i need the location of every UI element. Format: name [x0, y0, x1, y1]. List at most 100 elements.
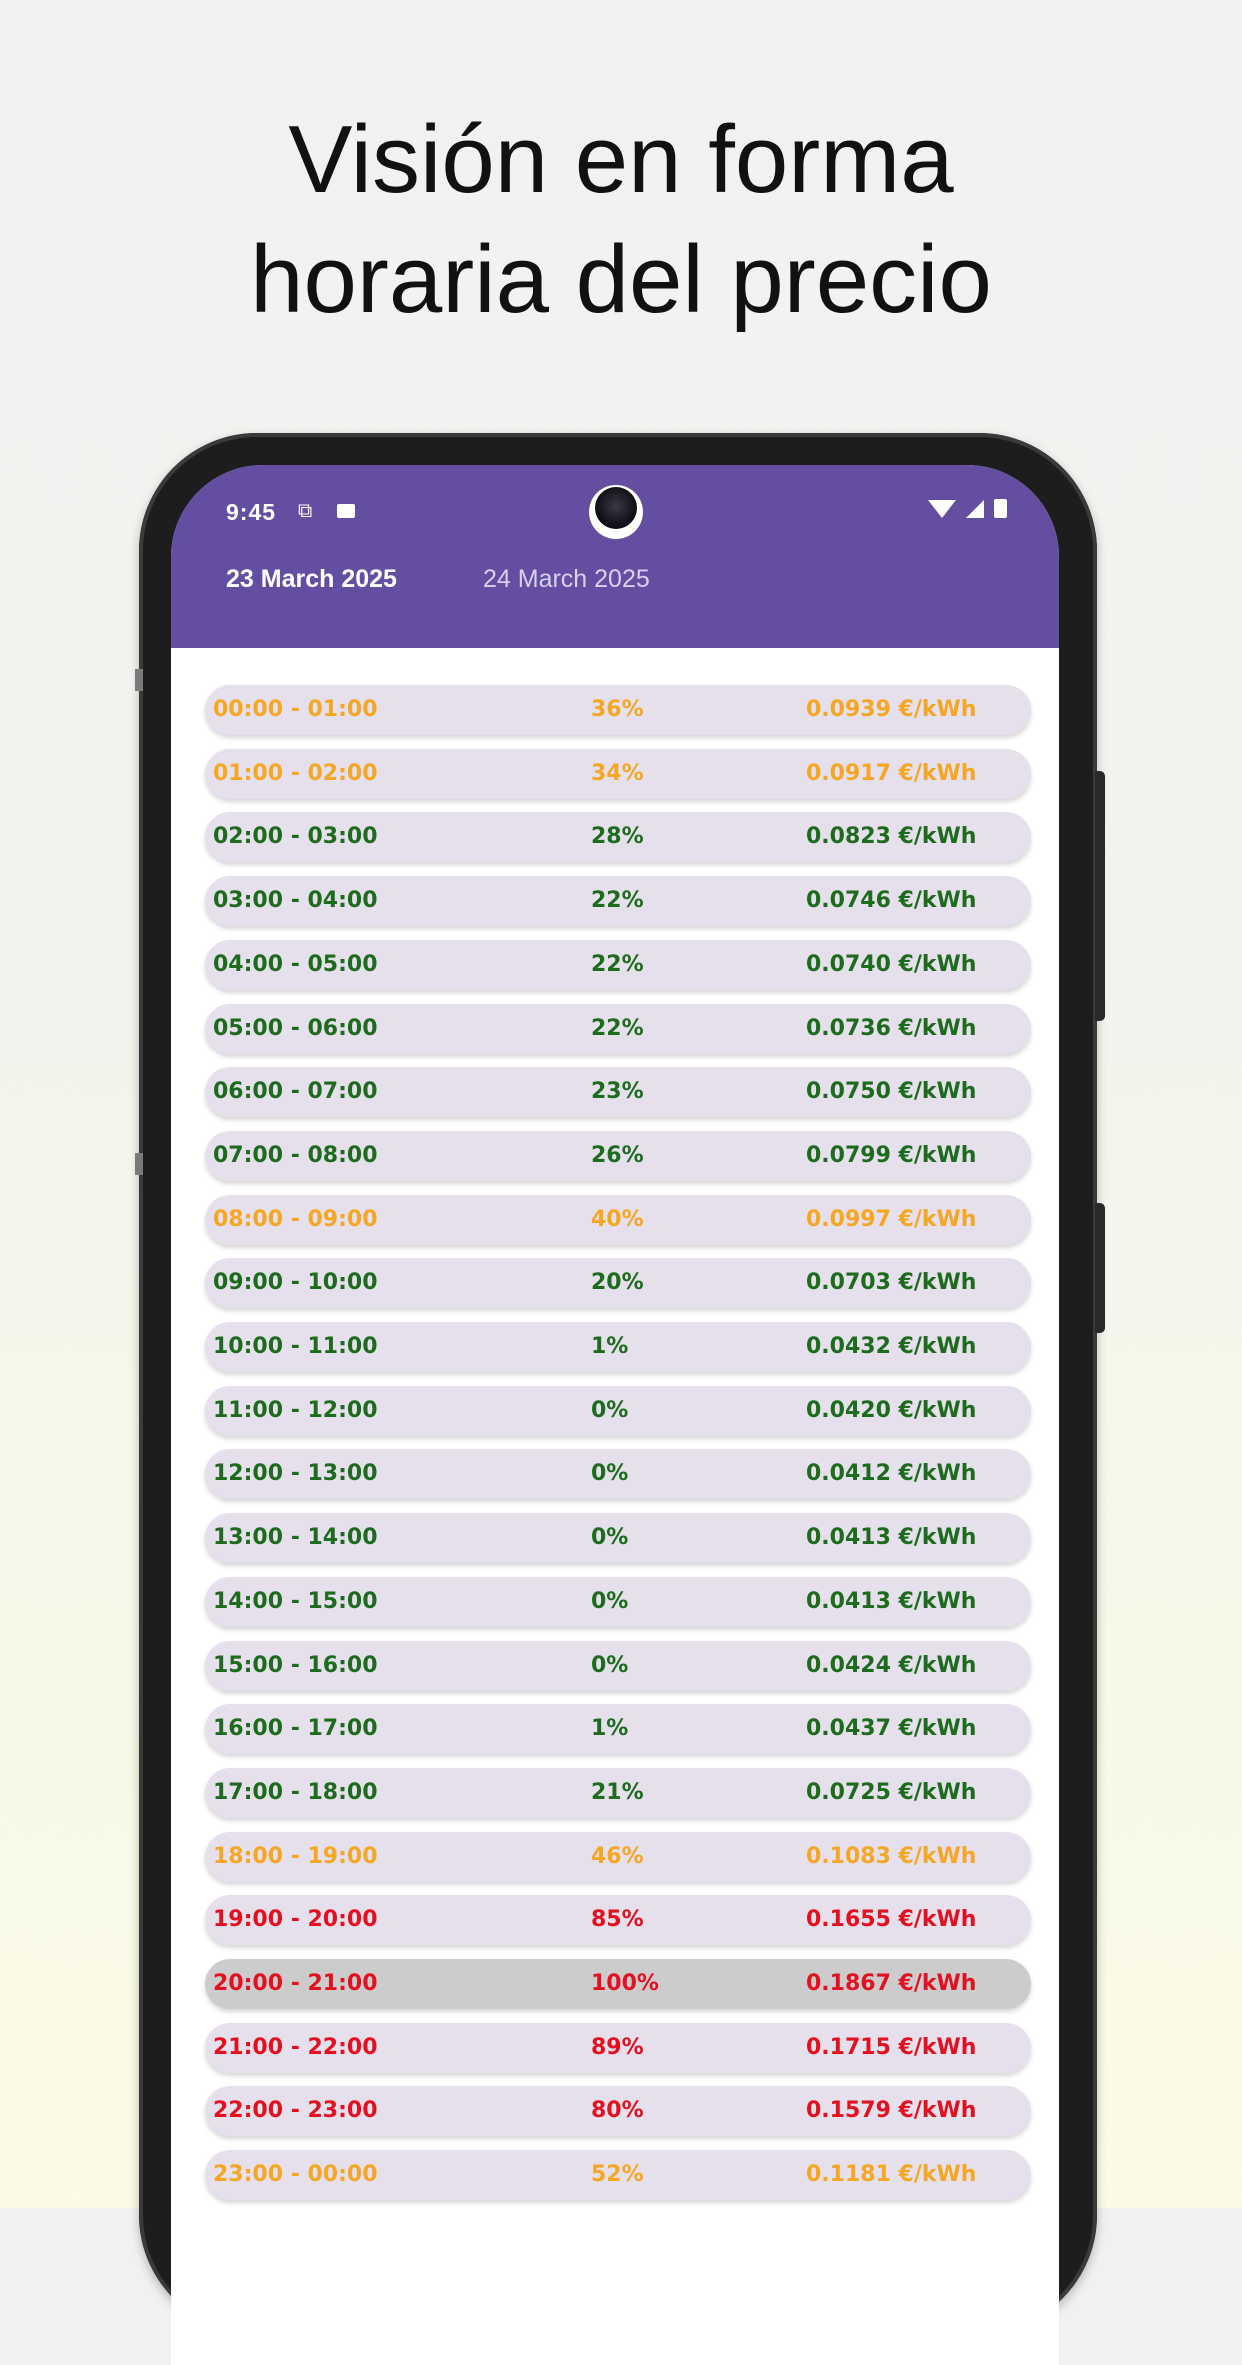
- relative-percent: 85%: [591, 1907, 644, 1932]
- price-row[interactable]: 22:00 - 23:00 80% 0.1579 €/kWh: [205, 2086, 1031, 2136]
- relative-percent: 1%: [591, 1716, 629, 1741]
- price-row[interactable]: 23:00 - 00:00 52% 0.1181 €/kWh: [205, 2150, 1031, 2200]
- hour-range: 17:00 - 18:00: [213, 1780, 378, 1805]
- price-value: 0.0750 €/kWh: [806, 1079, 977, 1104]
- price-value: 0.1579 €/kWh: [806, 2098, 977, 2123]
- relative-percent: 0%: [591, 1398, 629, 1423]
- price-value: 0.0437 €/kWh: [806, 1716, 977, 1741]
- price-value: 0.0413 €/kWh: [806, 1589, 977, 1614]
- price-value: 0.1655 €/kWh: [806, 1907, 977, 1932]
- hour-range: 07:00 - 08:00: [213, 1143, 378, 1168]
- front-camera-icon: [589, 485, 643, 539]
- relative-percent: 40%: [591, 1207, 644, 1232]
- headline-line-1: Visión en forma: [288, 106, 954, 213]
- price-row[interactable]: 16:00 - 17:00 1% 0.0437 €/kWh: [205, 1704, 1031, 1754]
- relative-percent: 0%: [591, 1461, 629, 1486]
- relative-percent: 46%: [591, 1844, 644, 1869]
- hour-range: 10:00 - 11:00: [213, 1334, 378, 1359]
- app-bar: 9:45 ⧉ 23 March 2025 24 March 2025: [171, 465, 1059, 648]
- price-row[interactable]: 09:00 - 10:00 20% 0.0703 €/kWh: [205, 1258, 1031, 1308]
- relative-percent: 28%: [591, 824, 644, 849]
- hour-range: 01:00 - 02:00: [213, 761, 378, 786]
- hour-range: 02:00 - 03:00: [213, 824, 378, 849]
- relative-percent: 22%: [591, 952, 644, 977]
- system-status-icons: [928, 499, 1007, 518]
- price-value: 0.0424 €/kWh: [806, 1653, 977, 1678]
- relative-percent: 89%: [591, 2035, 644, 2060]
- price-value: 0.0412 €/kWh: [806, 1461, 977, 1486]
- price-row[interactable]: 12:00 - 13:00 0% 0.0412 €/kWh: [205, 1449, 1031, 1499]
- hour-range: 14:00 - 15:00: [213, 1589, 378, 1614]
- copy-icon: ⧉: [298, 500, 313, 522]
- relative-percent: 22%: [591, 888, 644, 913]
- price-row[interactable]: 21:00 - 22:00 89% 0.1715 €/kWh: [205, 2023, 1031, 2073]
- price-row[interactable]: 20:00 - 21:00 100% 0.1867 €/kWh: [205, 1959, 1031, 2009]
- price-value: 0.1181 €/kWh: [806, 2162, 977, 2187]
- price-row[interactable]: 03:00 - 04:00 22% 0.0746 €/kWh: [205, 876, 1031, 926]
- relative-percent: 21%: [591, 1780, 644, 1805]
- relative-percent: 0%: [591, 1525, 629, 1550]
- hour-range: 21:00 - 22:00: [213, 2035, 378, 2060]
- phone-frame: 9:45 ⧉ 23 March 2025 24 March 2025 00:00…: [135, 433, 1105, 2365]
- wifi-icon: [928, 499, 956, 518]
- relative-percent: 20%: [591, 1270, 644, 1295]
- price-value: 0.0736 €/kWh: [806, 1016, 977, 1041]
- price-value: 0.0703 €/kWh: [806, 1270, 977, 1295]
- price-row[interactable]: 15:00 - 16:00 0% 0.0424 €/kWh: [205, 1641, 1031, 1691]
- price-value: 0.0939 €/kWh: [806, 697, 977, 722]
- hour-range: 09:00 - 10:00: [213, 1270, 378, 1295]
- relative-percent: 100%: [591, 1971, 659, 1996]
- status-time: 9:45: [226, 499, 277, 525]
- price-row[interactable]: 10:00 - 11:00 1% 0.0432 €/kWh: [205, 1322, 1031, 1372]
- hour-range: 03:00 - 04:00: [213, 888, 378, 913]
- hour-range: 06:00 - 07:00: [213, 1079, 378, 1104]
- promo-headline: Visión en forma horaria del precio: [0, 100, 1242, 340]
- price-row[interactable]: 05:00 - 06:00 22% 0.0736 €/kWh: [205, 1004, 1031, 1054]
- hour-range: 19:00 - 20:00: [213, 1907, 378, 1932]
- relative-percent: 80%: [591, 2098, 644, 2123]
- price-row[interactable]: 01:00 - 02:00 34% 0.0917 €/kWh: [205, 749, 1031, 799]
- hour-range: 08:00 - 09:00: [213, 1207, 378, 1232]
- price-value: 0.0799 €/kWh: [806, 1143, 977, 1168]
- relative-percent: 34%: [591, 761, 644, 786]
- power-button: [1095, 1203, 1105, 1333]
- hour-range: 12:00 - 13:00: [213, 1461, 378, 1486]
- price-row[interactable]: 06:00 - 07:00 23% 0.0750 €/kWh: [205, 1067, 1031, 1117]
- frame-antenna-mark: [135, 1153, 143, 1175]
- price-row[interactable]: 18:00 - 19:00 46% 0.1083 €/kWh: [205, 1832, 1031, 1882]
- price-value: 0.1715 €/kWh: [806, 2035, 977, 2060]
- price-value: 0.0413 €/kWh: [806, 1525, 977, 1550]
- price-value: 0.1083 €/kWh: [806, 1844, 977, 1869]
- price-value: 0.0432 €/kWh: [806, 1334, 977, 1359]
- price-value: 0.0746 €/kWh: [806, 888, 977, 913]
- relative-percent: 22%: [591, 1016, 644, 1041]
- price-row[interactable]: 17:00 - 18:00 21% 0.0725 €/kWh: [205, 1768, 1031, 1818]
- tab-day-2[interactable]: 24 March 2025: [483, 565, 650, 594]
- battery-icon: [994, 499, 1007, 518]
- price-row[interactable]: 02:00 - 03:00 28% 0.0823 €/kWh: [205, 812, 1031, 862]
- tab-day-1[interactable]: 23 March 2025: [226, 565, 397, 594]
- signal-icon: [966, 499, 984, 518]
- price-row[interactable]: 04:00 - 05:00 22% 0.0740 €/kWh: [205, 940, 1031, 990]
- price-row[interactable]: 19:00 - 20:00 85% 0.1655 €/kWh: [205, 1895, 1031, 1945]
- price-value: 0.0740 €/kWh: [806, 952, 977, 977]
- price-value: 0.0420 €/kWh: [806, 1398, 977, 1423]
- price-row[interactable]: 07:00 - 08:00 26% 0.0799 €/kWh: [205, 1131, 1031, 1181]
- price-value: 0.1867 €/kWh: [806, 1971, 977, 1996]
- frame-antenna-mark: [135, 669, 143, 691]
- hour-range: 22:00 - 23:00: [213, 2098, 378, 2123]
- price-row[interactable]: 00:00 - 01:00 36% 0.0939 €/kWh: [205, 685, 1031, 735]
- relative-percent: 26%: [591, 1143, 644, 1168]
- price-row[interactable]: 14:00 - 15:00 0% 0.0413 €/kWh: [205, 1577, 1031, 1627]
- relative-percent: 52%: [591, 2162, 644, 2187]
- hour-range: 16:00 - 17:00: [213, 1716, 378, 1741]
- relative-percent: 36%: [591, 697, 644, 722]
- price-row[interactable]: 11:00 - 12:00 0% 0.0420 €/kWh: [205, 1386, 1031, 1436]
- price-row[interactable]: 08:00 - 09:00 40% 0.0997 €/kWh: [205, 1195, 1031, 1245]
- relative-percent: 23%: [591, 1079, 644, 1104]
- price-row[interactable]: 13:00 - 14:00 0% 0.0413 €/kWh: [205, 1513, 1031, 1563]
- relative-percent: 0%: [591, 1653, 629, 1678]
- headline-line-2: horaria del precio: [250, 226, 992, 333]
- relative-percent: 0%: [591, 1589, 629, 1614]
- volume-button: [1095, 771, 1105, 1021]
